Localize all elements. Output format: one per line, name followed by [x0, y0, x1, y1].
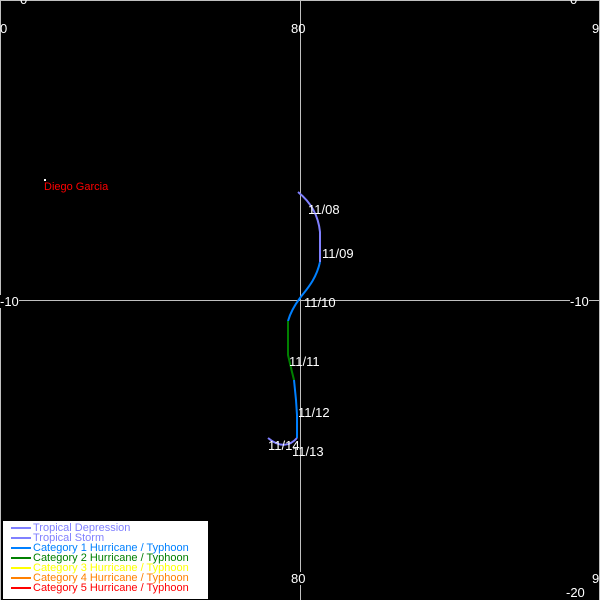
- lon-label: 9: [592, 571, 600, 586]
- lat-label: -10: [570, 294, 589, 309]
- lon-label: 80: [291, 571, 306, 586]
- track-category-1: [287, 261, 321, 322]
- lon-label: 80: [291, 21, 306, 36]
- storm-track-map: 0 0 0 80 9 -10 -10 80 9 -20 Diego Garcia…: [0, 0, 600, 600]
- lat-label: -20: [566, 585, 585, 600]
- legend-swatch: [11, 557, 31, 559]
- legend-swatch: [11, 537, 31, 539]
- track-date-label: 11/11: [289, 354, 320, 369]
- legend-swatch: [11, 587, 31, 589]
- lon-label: 0: [0, 21, 8, 36]
- legend-label: Category 5 Hurricane / Typhoon: [33, 582, 189, 594]
- legend-item: Category 5 Hurricane / Typhoon: [3, 582, 208, 594]
- legend-swatch: [11, 527, 31, 529]
- lat-label: 0: [20, 0, 27, 6]
- legend-swatch: [11, 547, 31, 549]
- legend-swatch: [11, 577, 31, 579]
- track-category-1-late: [293, 379, 298, 438]
- city-label-diego-garcia: Diego Garcia: [44, 181, 109, 193]
- graticule: [0, 0, 600, 600]
- lat-label: 0: [570, 0, 577, 6]
- track-date-label: 11/09: [322, 246, 354, 261]
- track-category-2: [287, 321, 295, 381]
- track-date-label: 11/08: [308, 202, 340, 217]
- track-date-label: 11/12: [298, 405, 330, 420]
- legend-swatch: [11, 567, 31, 569]
- track-date-label: 11/14: [268, 438, 300, 453]
- track-date-label: 11/10: [304, 295, 336, 310]
- legend: Tropical Depression Tropical Storm Categor…: [3, 521, 208, 599]
- lon-label: 9: [592, 21, 600, 36]
- map-layer: [0, 0, 600, 600]
- lat-label: -10: [0, 294, 19, 309]
